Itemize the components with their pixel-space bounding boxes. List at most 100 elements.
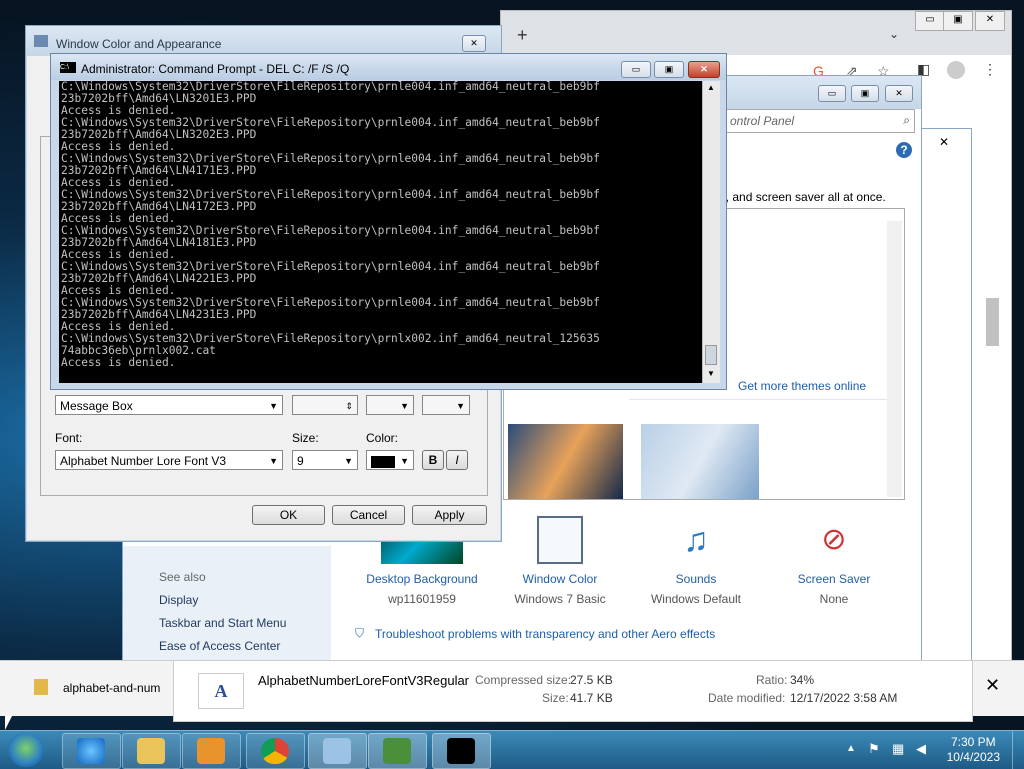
file-details-pane: A AlphabetNumberLoreFontV3Regular Compre…: [173, 660, 973, 722]
cmd-scrollbar[interactable]: ▲ ▼: [702, 81, 720, 383]
compressed-size-label: Compressed size:: [475, 673, 572, 687]
sounds-value: Windows Default: [650, 592, 742, 606]
screen-saver-icon: ⊘: [821, 523, 847, 556]
cmd-minimize-button[interactable]: ▭: [621, 61, 651, 78]
taskbar-link[interactable]: Taskbar and Start Menu: [159, 616, 286, 630]
scroll-up-icon[interactable]: ▲: [707, 83, 715, 92]
themes-scrollbar[interactable]: [887, 221, 902, 497]
color-label: Color:: [366, 431, 399, 445]
chrome-maximize-button[interactable]: ▣: [943, 11, 973, 31]
get-more-themes-link[interactable]: Get more themes online: [738, 379, 866, 393]
ease-of-access-link[interactable]: Ease of Access Center: [159, 639, 280, 653]
start-button[interactable]: [8, 733, 44, 767]
pers-close-button[interactable]: ✕: [885, 85, 913, 102]
download-filename[interactable]: alphabet-and-num: [63, 681, 160, 695]
pers-maximize-button[interactable]: ▣: [851, 85, 879, 102]
date-modified-value: 12/17/2022 3:58 AM: [790, 691, 898, 705]
font-file-icon: A: [198, 673, 244, 709]
taskbar-cmd-button[interactable]: [432, 733, 491, 769]
show-desktop-button[interactable]: [1012, 731, 1024, 769]
network-icon[interactable]: ▦: [892, 741, 904, 757]
item-size-spinner[interactable]: ⇕: [292, 395, 358, 415]
file-name: AlphabetNumberLoreFontV3Regular: [258, 673, 470, 688]
taskbar-display-button[interactable]: [368, 733, 427, 769]
clock-date: 10/4/2023: [946, 750, 1000, 764]
clock-time: 7:30 PM: [950, 735, 996, 749]
item-select[interactable]: Message Box ▼: [55, 395, 283, 415]
ratio-value: 34%: [790, 673, 815, 687]
window-color-icon: [537, 516, 583, 564]
profile-avatar[interactable]: [947, 61, 965, 79]
download-bar-close-icon[interactable]: ✕: [985, 675, 1000, 696]
clock[interactable]: 7:30 PM 10/4/2023: [947, 735, 1000, 765]
cmd-icon: C:\: [60, 62, 76, 73]
desktop-background-label: Desktop Background: [366, 572, 478, 586]
bold-button[interactable]: B: [422, 450, 444, 470]
window-color-label: Window Color: [522, 572, 598, 586]
shield-icon: ⛉: [355, 626, 365, 640]
new-tab-icon[interactable]: +: [517, 25, 528, 46]
display-settings-icon: [383, 738, 411, 764]
pers-search-box[interactable]: ontrol Panel ⌕: [725, 109, 915, 133]
action-center-icon[interactable]: ⚑: [868, 741, 880, 757]
volume-icon[interactable]: ◀: [916, 741, 926, 757]
item-color1-select[interactable]: ▼: [366, 395, 414, 415]
color-swatch: [371, 455, 395, 468]
themes-divider: [629, 399, 899, 400]
font-color-select[interactable]: ▼: [366, 450, 414, 470]
window-color-item[interactable]: Window Color Windows 7 Basic: [495, 516, 625, 606]
cmd-titlebar: C:\ Administrator: Command Prompt - DEL …: [51, 54, 726, 80]
italic-button[interactable]: I: [446, 450, 468, 470]
taskbar-chrome-button[interactable]: [246, 733, 305, 769]
pers-description: ds, and screen saver all at once.: [713, 190, 886, 204]
media-player-icon: [197, 738, 225, 764]
taskbar: ▲ ⚑ ▦ ◀ 7:30 PM 10/4/2023: [0, 730, 1024, 769]
wca-close-button[interactable]: ✕: [462, 35, 486, 52]
taskbar-media-button[interactable]: [182, 733, 241, 769]
chevron-down-icon: ▼: [269, 401, 278, 411]
cancel-button[interactable]: Cancel: [332, 505, 405, 525]
cmd-output[interactable]: C:\Windows\System32\DriverStore\FileRepo…: [59, 81, 702, 383]
tab-list-chevron-icon[interactable]: ⌄: [889, 27, 899, 41]
cmd-close-button[interactable]: ✕: [688, 61, 720, 78]
font-label: Font:: [55, 431, 83, 445]
desktop-background-value: wp11601959: [388, 592, 456, 606]
size-value: 41.7 KB: [570, 691, 613, 705]
taskbar-ie-button[interactable]: [62, 733, 121, 769]
cmd-title: Administrator: Command Prompt - DEL C: /…: [81, 62, 350, 76]
chrome-close-button[interactable]: ✕: [975, 11, 1005, 31]
font-select[interactable]: Alphabet Number Lore Font V3 ▼: [55, 450, 283, 470]
compressed-size-value: 27.5 KB: [570, 673, 613, 687]
chrome-minimize-button[interactable]: ▭: [915, 11, 945, 31]
font-select-value: Alphabet Number Lore Font V3: [60, 454, 227, 468]
display-link[interactable]: Display: [159, 593, 198, 607]
chrome-icon: [261, 738, 289, 764]
apply-button[interactable]: Apply: [412, 505, 487, 525]
tray-expand-icon[interactable]: ▲: [846, 743, 856, 754]
taskbar-explorer-button[interactable]: [122, 733, 181, 769]
theme-thumbnail-2[interactable]: [641, 424, 759, 499]
cmd-line: Access is denied.: [61, 356, 176, 369]
chevron-down-icon: ▼: [400, 401, 409, 411]
item-color2-select[interactable]: ▼: [422, 395, 470, 415]
folder-icon: [137, 738, 165, 764]
help-icon[interactable]: ?: [896, 142, 912, 158]
pers-minimize-button[interactable]: ▭: [818, 85, 846, 102]
screen-saver-item[interactable]: ⊘ Screen Saver None: [769, 516, 899, 606]
sounds-label: Sounds: [675, 572, 717, 586]
ok-button[interactable]: OK: [252, 505, 325, 525]
sounds-item[interactable]: ♫ Sounds Windows Default: [631, 516, 761, 606]
troubleshoot-link[interactable]: Troubleshoot problems with transparency …: [375, 627, 715, 641]
search-icon: ⌕: [903, 113, 910, 127]
scroll-down-icon[interactable]: ▼: [707, 369, 715, 378]
font-size-select[interactable]: 9 ▼: [292, 450, 358, 470]
pers-search-placeholder: ontrol Panel: [730, 114, 795, 128]
chevron-down-icon: ▼: [269, 456, 278, 466]
chrome-scrollbar[interactable]: [986, 298, 999, 346]
theme-thumbnail-1[interactable]: [508, 424, 623, 499]
chrome-menu-icon[interactable]: ⋮: [983, 61, 997, 78]
cp2-close-icon[interactable]: ✕: [939, 135, 949, 149]
taskbar-control-panel-button[interactable]: [308, 733, 367, 769]
cmd-scroll-thumb[interactable]: [705, 345, 717, 365]
cmd-maximize-button[interactable]: ▣: [654, 61, 684, 78]
